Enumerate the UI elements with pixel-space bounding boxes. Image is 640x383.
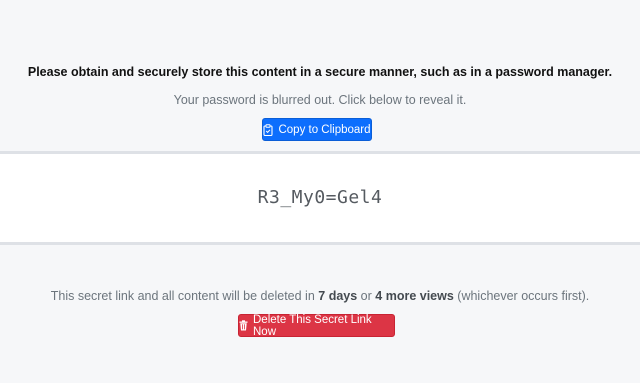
expiry-days: 7 days <box>318 289 358 303</box>
expiry-connector: or <box>360 289 372 303</box>
secret-panel: R3_My0=Gel4 <box>0 154 640 242</box>
delete-secret-link-button[interactable]: Delete This Secret Link Now <box>238 313 395 338</box>
blur-hint: Your password is blurred out. Click belo… <box>173 93 467 107</box>
clipboard-icon <box>263 123 274 136</box>
copy-button-label: Copy to Clipboard <box>278 123 371 136</box>
expiry-suffix: (whichever occurs first). <box>457 289 590 303</box>
storage-instruction: Please obtain and securely store this co… <box>27 65 613 79</box>
trash-icon <box>239 320 248 331</box>
copy-to-clipboard-button[interactable]: Copy to Clipboard <box>262 118 372 141</box>
instructions-section: Please obtain and securely store this co… <box>0 0 640 150</box>
secret-share-page: Please obtain and securely store this co… <box>0 0 640 383</box>
expiry-views: 4 more views <box>375 289 454 303</box>
expiry-notice: This secret link and all content will be… <box>0 289 640 303</box>
secret-value[interactable]: R3_My0=Gel4 <box>0 187 640 208</box>
delete-button-label: Delete This Secret Link Now <box>253 313 372 338</box>
expiry-prefix: This secret link and all content will be… <box>50 289 315 303</box>
divider <box>0 242 640 245</box>
